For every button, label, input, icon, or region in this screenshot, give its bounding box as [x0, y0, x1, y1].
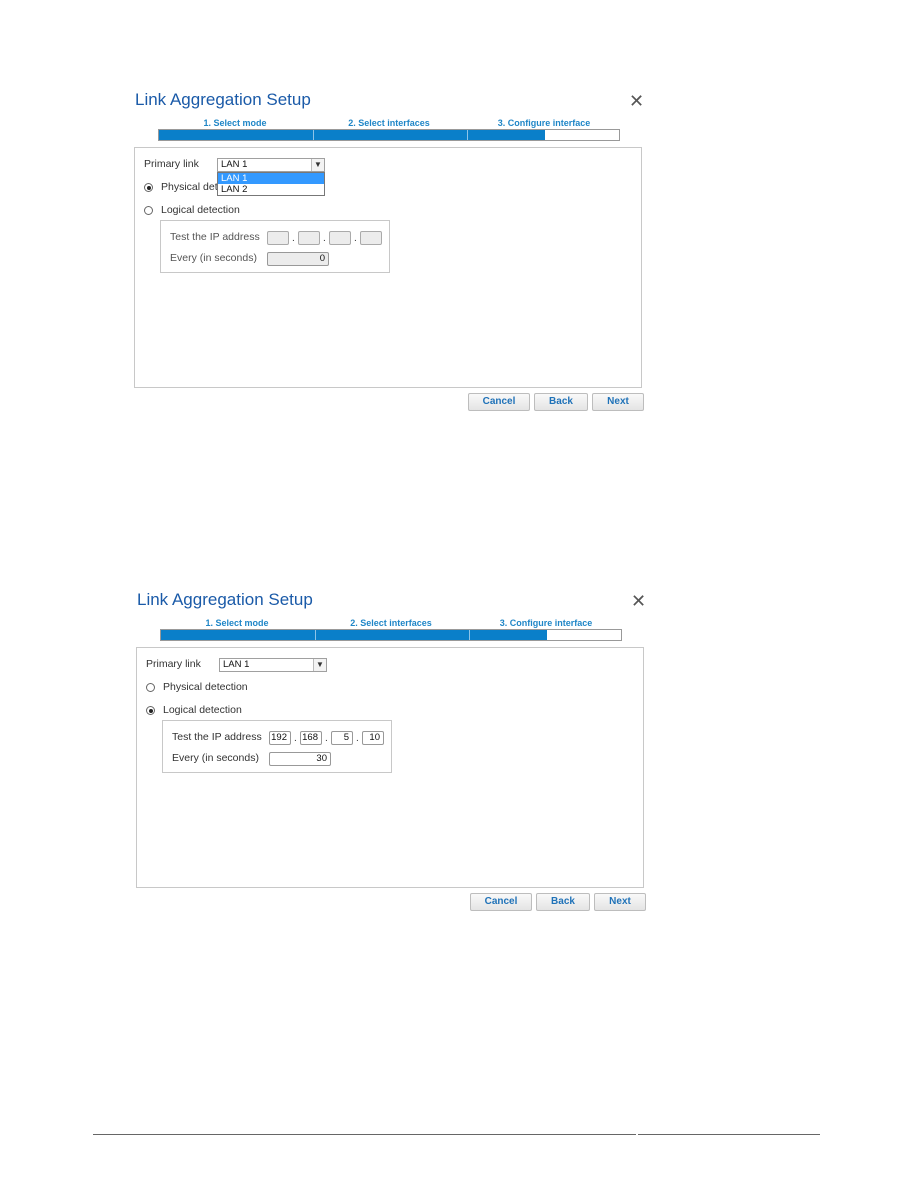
- step-select-mode: 1. Select mode: [203, 118, 267, 128]
- interval-input[interactable]: 30: [269, 752, 331, 766]
- step-select-mode: 1. Select mode: [205, 618, 269, 628]
- ip-octet-3-input[interactable]: 5: [331, 731, 353, 745]
- physical-detection-label: Physical detection: [163, 681, 248, 693]
- primary-link-value: LAN 1: [223, 659, 250, 670]
- ip-octet-1-input[interactable]: [267, 231, 289, 245]
- logical-detection-radio[interactable]: [144, 206, 153, 215]
- primary-link-dropdown: LAN 1 LAN 2: [217, 172, 325, 196]
- close-icon[interactable]: ✕: [631, 592, 646, 610]
- wizard-progress-bar: [160, 629, 622, 641]
- back-button[interactable]: Back: [534, 393, 588, 411]
- ip-octet-4-input[interactable]: [360, 231, 382, 245]
- interval-label: Every (in seconds): [172, 752, 259, 764]
- back-button[interactable]: Back: [536, 893, 590, 911]
- logical-detection-radio[interactable]: [146, 706, 155, 715]
- dropdown-option-lan2[interactable]: LAN 2: [218, 184, 324, 195]
- primary-link-value: LAN 1: [221, 159, 248, 170]
- logical-detection-label: Logical detection: [163, 704, 242, 716]
- step-configure-interface: 3. Configure interface: [497, 118, 591, 128]
- progress-segment-2: [316, 630, 470, 640]
- test-ip-label: Test the IP address: [172, 731, 262, 743]
- configuration-panel: Primary link LAN 1 ▼ LAN 1 LAN 2 Physica…: [134, 147, 642, 388]
- ip-octet-1-input[interactable]: 192: [269, 731, 291, 745]
- ip-separator: .: [354, 233, 357, 244]
- physical-detection-radio[interactable]: [144, 183, 153, 192]
- logical-detection-label: Logical detection: [161, 204, 240, 216]
- dropdown-option-lan1[interactable]: LAN 1: [218, 173, 324, 184]
- logical-detection-settings: Test the IP address 192 . 168 . 5 . 10 E…: [162, 720, 392, 773]
- ip-octet-2-input[interactable]: [298, 231, 320, 245]
- chevron-down-icon[interactable]: ▼: [313, 659, 326, 671]
- physical-detection-radio[interactable]: [146, 683, 155, 692]
- ip-separator: .: [323, 233, 326, 244]
- ip-octet-3-input[interactable]: [329, 231, 351, 245]
- ip-separator: .: [356, 733, 359, 744]
- interval-input[interactable]: 0: [267, 252, 329, 266]
- ip-separator: .: [292, 233, 295, 244]
- close-icon[interactable]: ✕: [629, 92, 644, 110]
- dialog-title: Link Aggregation Setup: [135, 90, 311, 109]
- wizard-progress-bar: [158, 129, 620, 141]
- ip-octet-2-input[interactable]: 168: [300, 731, 322, 745]
- ip-octet-4-input[interactable]: 10: [362, 731, 384, 745]
- logical-detection-settings: Test the IP address . . . Every (in seco…: [160, 220, 390, 273]
- progress-segment-3: [468, 130, 545, 140]
- chevron-down-icon[interactable]: ▼: [311, 159, 324, 171]
- ip-separator: .: [325, 733, 328, 744]
- next-button[interactable]: Next: [594, 893, 646, 911]
- primary-link-label: Primary link: [144, 158, 199, 170]
- dialog-title: Link Aggregation Setup: [137, 590, 313, 609]
- step-select-interfaces: 2. Select interfaces: [350, 618, 432, 628]
- ip-separator: .: [294, 733, 297, 744]
- footer-rule-right: [638, 1134, 820, 1135]
- footer-rule-left: [93, 1134, 636, 1135]
- configuration-panel: Primary link LAN 1 ▼ Physical detection …: [136, 647, 644, 888]
- cancel-button[interactable]: Cancel: [468, 393, 530, 411]
- progress-segment-3: [470, 630, 547, 640]
- primary-link-label: Primary link: [146, 658, 201, 670]
- step-configure-interface: 3. Configure interface: [499, 618, 593, 628]
- test-ip-label: Test the IP address: [170, 231, 260, 243]
- progress-segment-1: [161, 630, 316, 640]
- progress-segment-2: [314, 130, 468, 140]
- cancel-button[interactable]: Cancel: [470, 893, 532, 911]
- next-button[interactable]: Next: [592, 393, 644, 411]
- progress-segment-1: [159, 130, 314, 140]
- primary-link-select[interactable]: LAN 1 ▼: [219, 658, 327, 672]
- interval-label: Every (in seconds): [170, 252, 257, 264]
- step-select-interfaces: 2. Select interfaces: [348, 118, 430, 128]
- primary-link-select[interactable]: LAN 1 ▼: [217, 158, 325, 172]
